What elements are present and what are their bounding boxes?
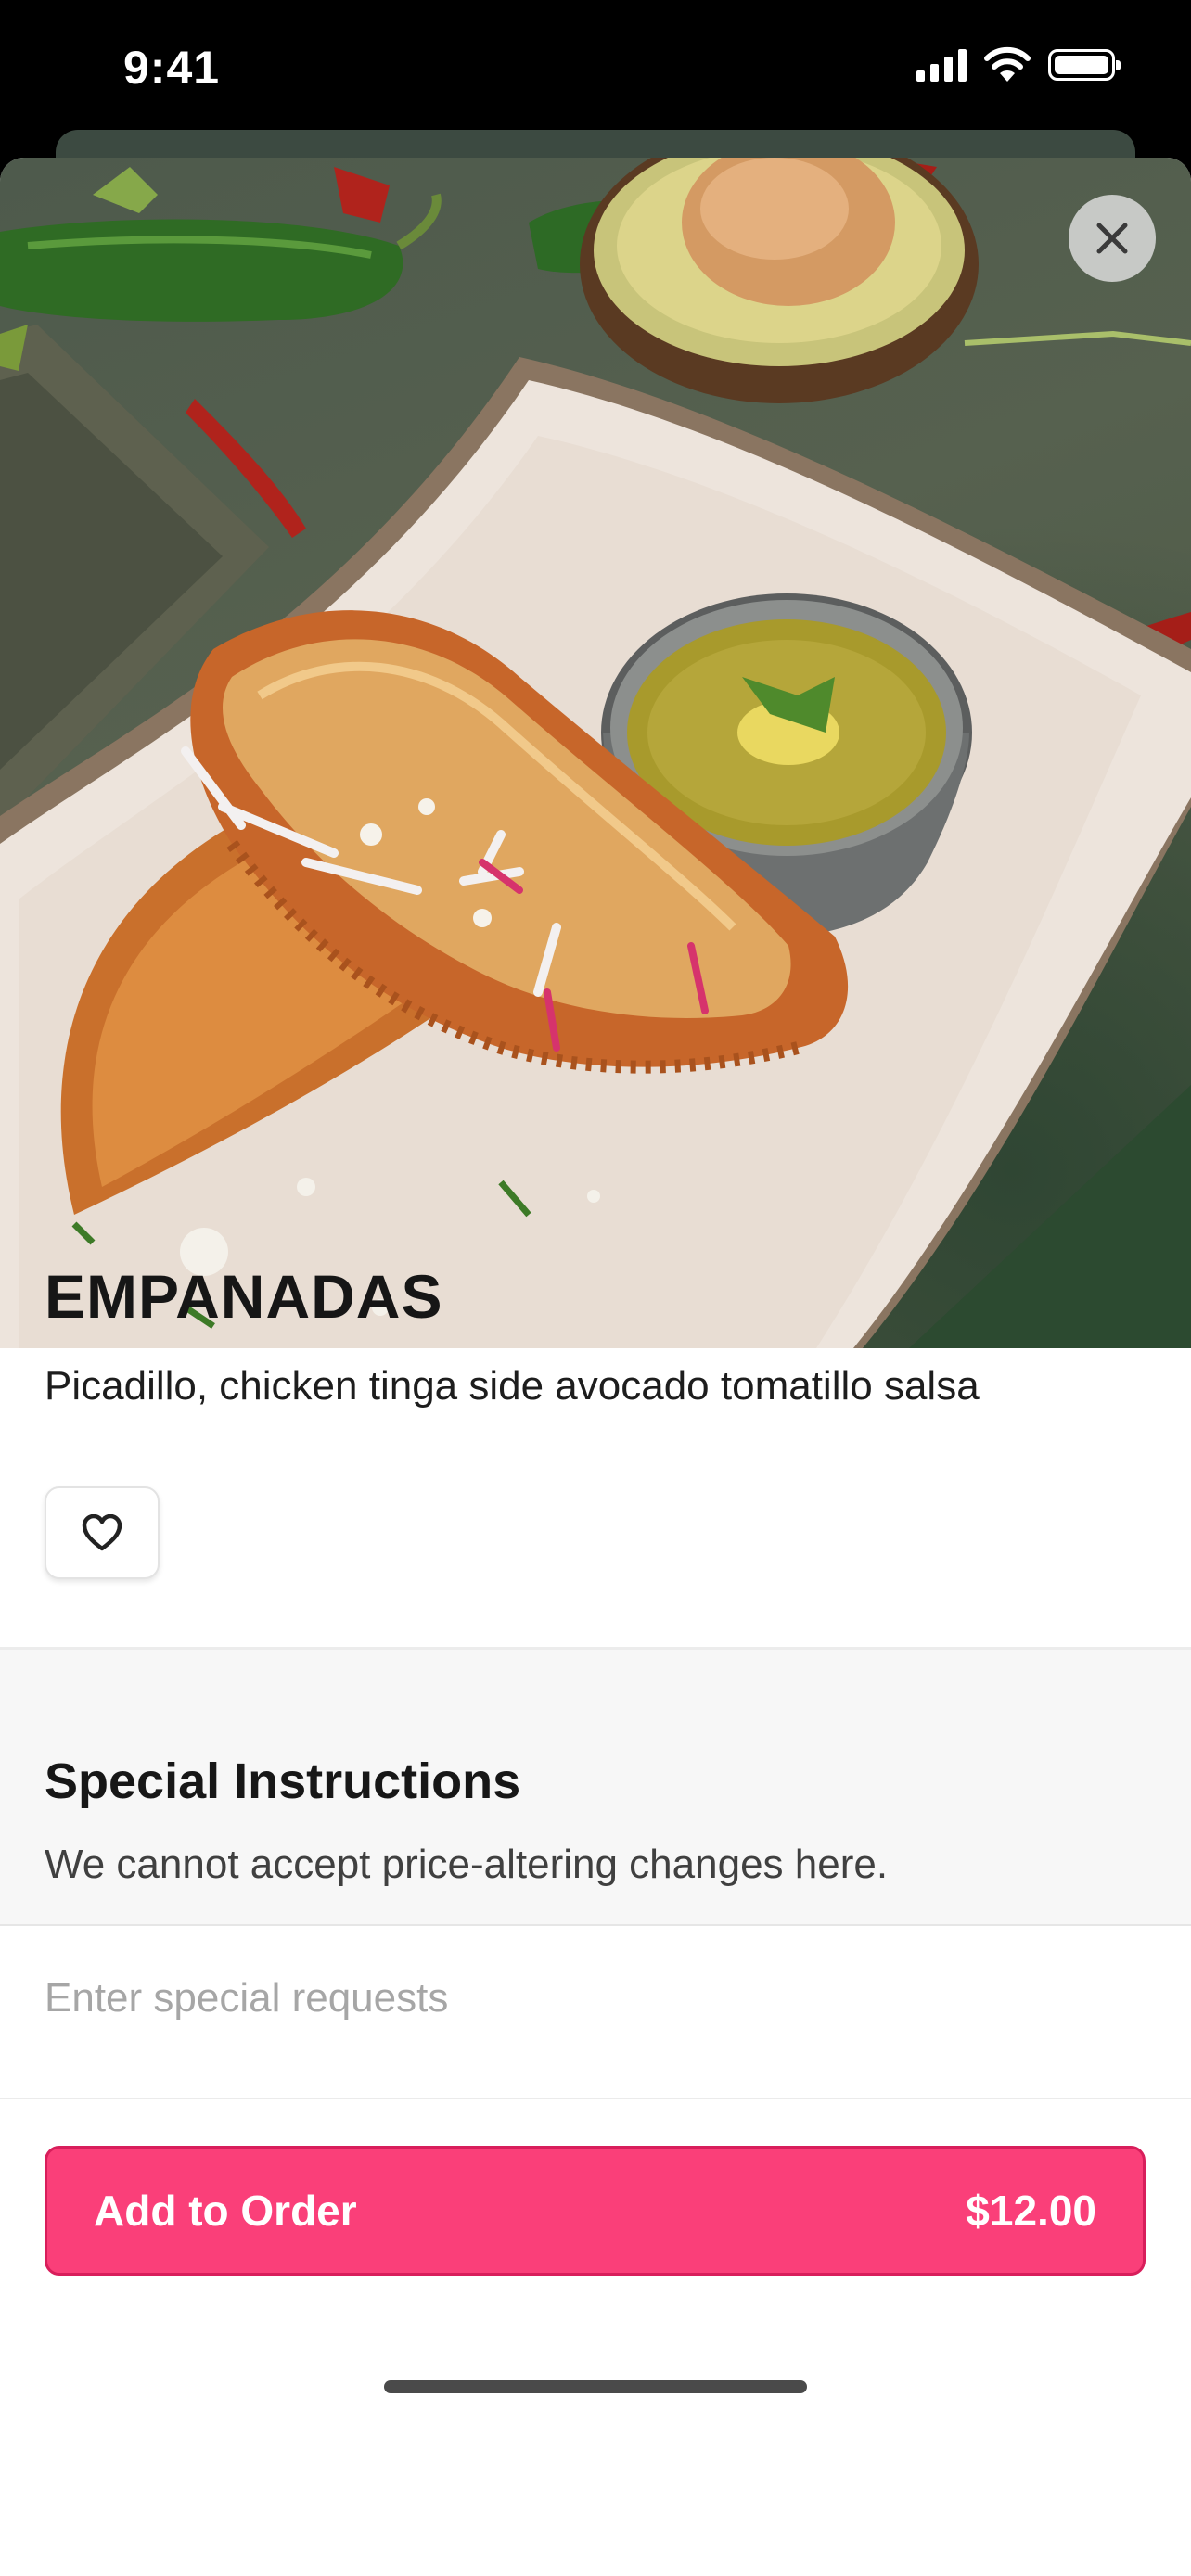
section-divider	[0, 1924, 1191, 1926]
close-icon	[1096, 223, 1128, 254]
footer-divider	[0, 2098, 1191, 2099]
heart-icon	[82, 1514, 122, 1551]
special-requests-input[interactable]	[45, 1947, 1148, 2049]
signal-icon	[916, 48, 967, 82]
close-button[interactable]	[1069, 195, 1156, 282]
status-bar: 9:41	[0, 0, 1191, 139]
special-instructions-subtitle: We cannot accept price-altering changes …	[45, 1842, 889, 1887]
battery-icon	[1048, 49, 1121, 81]
status-icons	[916, 46, 1121, 83]
add-to-order-label: Add to Order	[94, 2187, 357, 2235]
favorite-button[interactable]	[45, 1486, 160, 1579]
item-photo	[0, 158, 1191, 1348]
home-indicator	[384, 2380, 807, 2393]
special-instructions-title: Special Instructions	[45, 1753, 521, 1809]
add-to-order-button[interactable]: Add to Order $12.00	[45, 2146, 1146, 2276]
add-to-order-price: $12.00	[966, 2187, 1096, 2235]
item-description: Picadillo, chicken tinga side avocado to…	[45, 1363, 980, 1409]
status-time: 9:41	[123, 42, 221, 94]
item-title: EMPANADAS	[45, 1262, 443, 1331]
wifi-icon	[984, 46, 1031, 82]
